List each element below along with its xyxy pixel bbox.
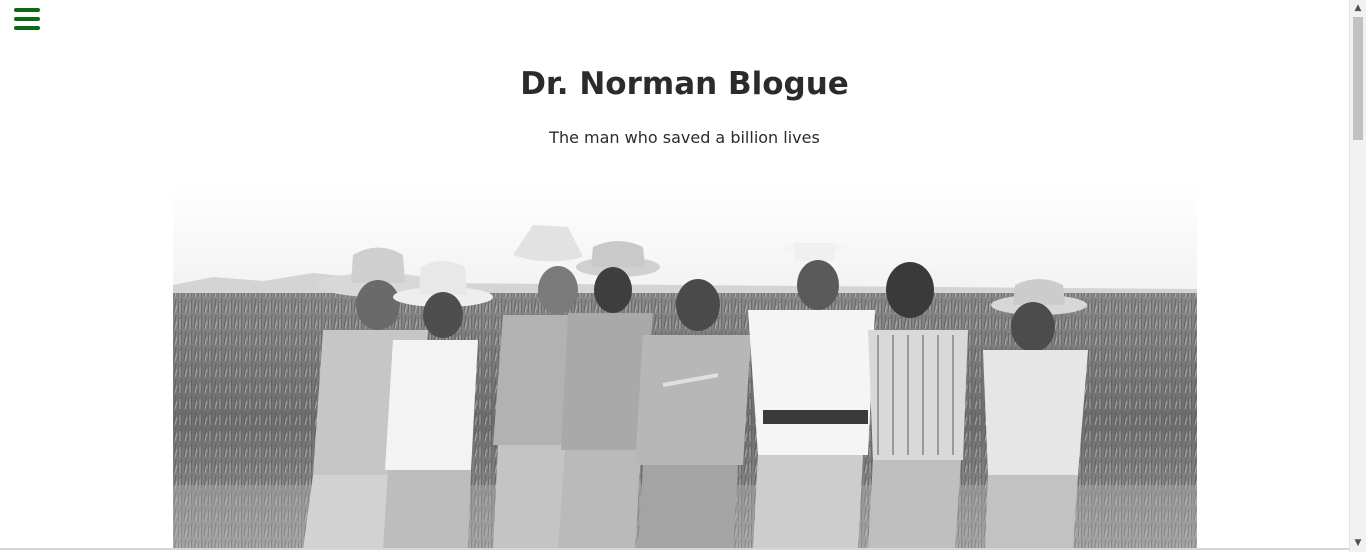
menu-bar — [14, 8, 40, 12]
scroll-down-arrow-icon[interactable]: ▼ — [1350, 535, 1366, 552]
scrollbar-thumb[interactable] — [1353, 17, 1363, 140]
menu-bar — [14, 26, 40, 30]
page-bottom-border — [0, 548, 1349, 550]
page-title: Dr. Norman Blogue — [520, 66, 849, 102]
menu-bar — [14, 17, 40, 21]
hamburger-menu-icon[interactable] — [14, 8, 40, 30]
hero-photo — [173, 185, 1197, 550]
page: Dr. Norman Blogue The man who saved a bi… — [0, 0, 1349, 550]
page-subtitle: The man who saved a billion lives — [549, 128, 820, 147]
vertical-scrollbar[interactable]: ▲ ▼ — [1349, 0, 1366, 552]
scroll-up-arrow-icon[interactable]: ▲ — [1350, 0, 1366, 17]
